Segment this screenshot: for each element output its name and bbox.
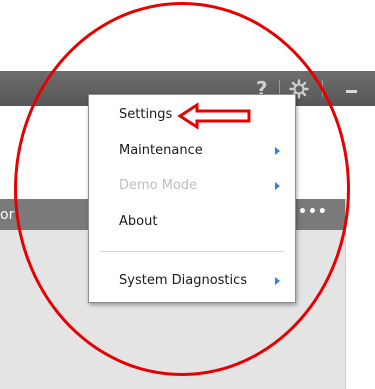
panel-title: or — [0, 207, 15, 223]
menu-item-label: System Diagnostics — [119, 273, 248, 288]
submenu-arrow-icon — [275, 147, 280, 155]
menu-item-maintenance[interactable]: Maintenance — [89, 139, 295, 165]
menu-item-label: About — [119, 214, 158, 229]
menu-item-label: Maintenance — [119, 143, 203, 158]
menu-item-about[interactable]: About — [89, 210, 295, 236]
menu-item-demo-mode: Demo Mode — [89, 174, 295, 200]
minimize-icon[interactable] — [346, 90, 357, 93]
menu-item-label: Demo Mode — [119, 178, 198, 193]
menu-divider — [99, 251, 285, 252]
menu-item-settings[interactable]: Settings — [89, 103, 295, 129]
submenu-arrow-icon — [275, 277, 280, 285]
menu-item-label: Settings — [119, 107, 173, 122]
submenu-arrow-icon — [275, 182, 280, 190]
more-options-icon[interactable]: ••• — [298, 204, 328, 220]
menu-item-system-diagnostics[interactable]: System Diagnostics — [89, 269, 295, 295]
settings-dropdown-menu: Settings Maintenance Demo Mode About Sys… — [88, 94, 296, 303]
toolbar-separator — [322, 80, 323, 97]
